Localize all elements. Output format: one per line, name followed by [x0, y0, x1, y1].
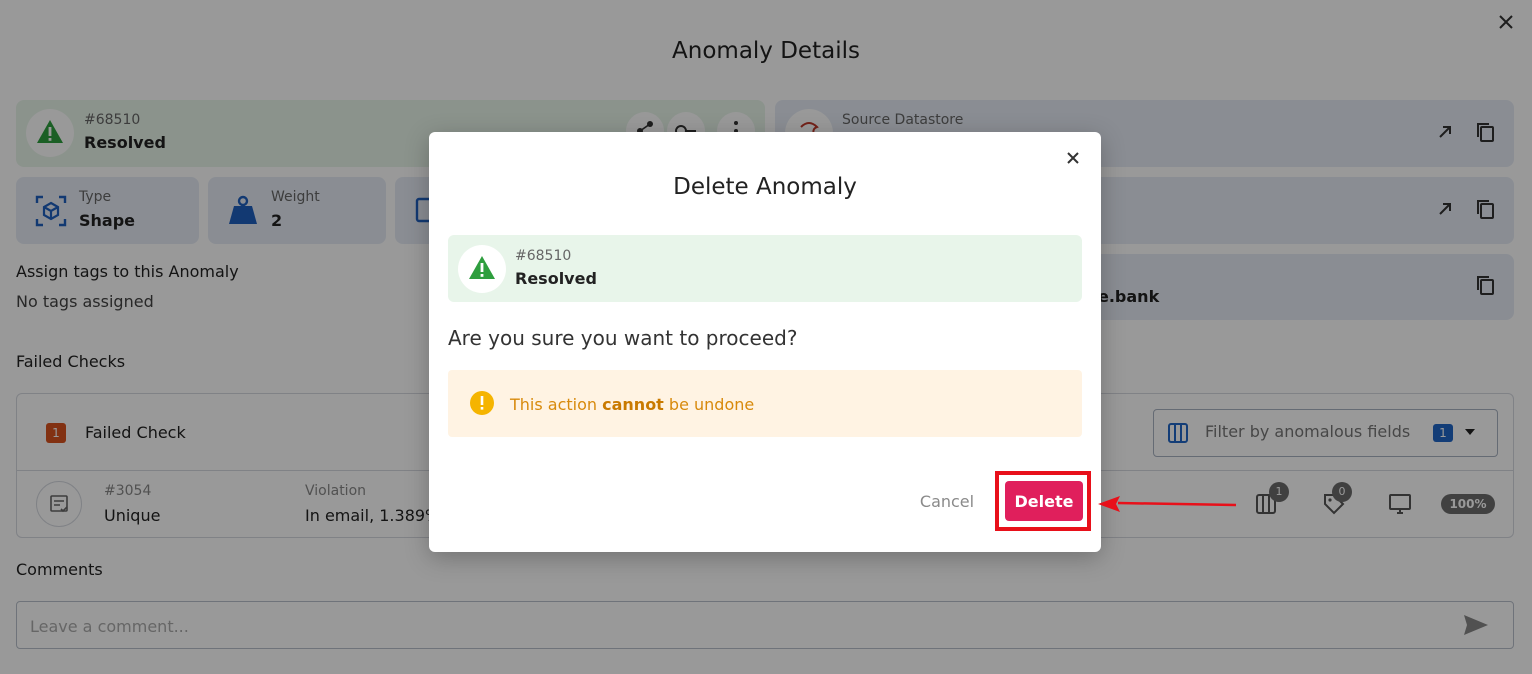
close-icon[interactable] [1061, 146, 1085, 170]
delete-button[interactable]: Delete [1005, 481, 1083, 521]
callout-arrow-icon [1098, 496, 1236, 512]
dialog-anomaly-status: Resolved [515, 269, 597, 288]
cancel-button[interactable]: Cancel [909, 484, 985, 518]
warning-banner: This action cannot be undone [448, 370, 1082, 437]
dialog-anomaly-id: #68510 [515, 248, 572, 264]
status-icon-circle [458, 245, 506, 293]
dialog-title: Delete Anomaly [673, 174, 857, 200]
delete-anomaly-dialog: Delete Anomaly #68510 Resolved Are you s… [429, 132, 1101, 552]
exclamation-circle-icon [470, 391, 494, 415]
confirmation-question: Are you sure you want to proceed? [448, 326, 798, 350]
warning-triangle-icon [469, 256, 495, 279]
dialog-anomaly-card: #68510 Resolved [448, 235, 1082, 302]
warning-text: This action cannot be undone [510, 395, 755, 414]
